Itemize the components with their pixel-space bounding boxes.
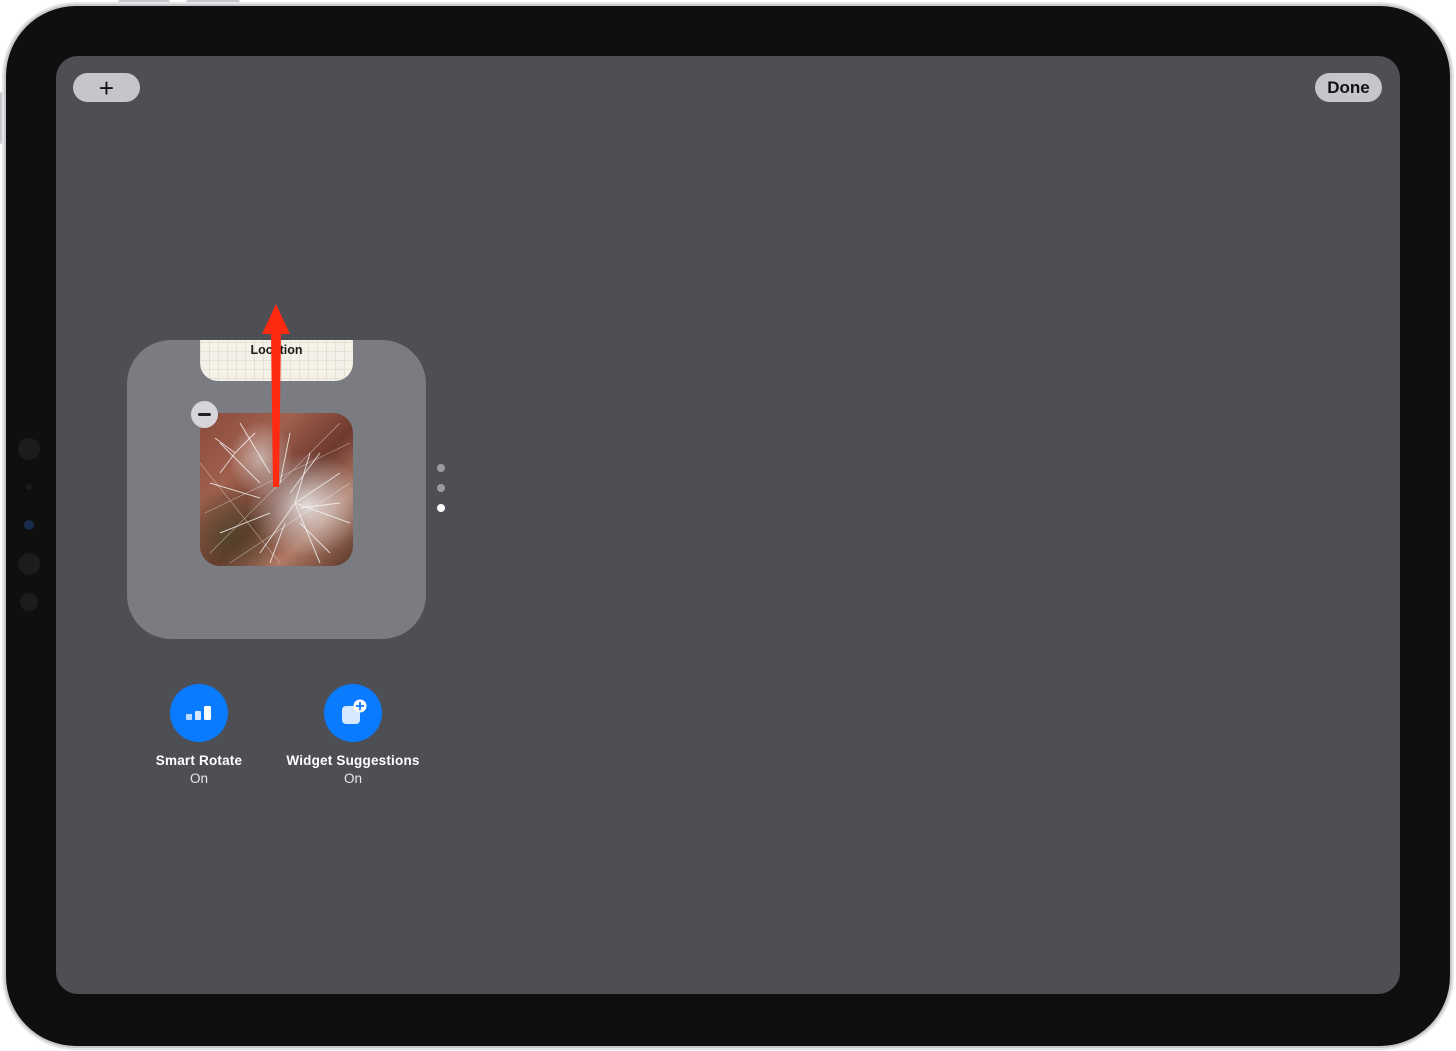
top-button-1 (118, 0, 170, 5)
camera-dot-3 (18, 553, 40, 575)
camera-dot-2 (26, 484, 32, 490)
widget-suggestions-icon[interactable] (324, 684, 382, 742)
add-widget-button[interactable]: + (73, 73, 140, 102)
home-screen-edit-mode: + Done Location (56, 56, 1400, 994)
smart-rotate-toggle[interactable]: Smart Rotate On (124, 684, 274, 786)
side-button (0, 92, 4, 144)
stack-page-indicator (437, 464, 447, 524)
remove-widget-button[interactable] (191, 401, 218, 428)
camera-lens (24, 520, 34, 530)
widget-suggestions-state: On (343, 771, 362, 786)
plus-icon: + (98, 72, 115, 103)
widget-suggestions-toggle[interactable]: Widget Suggestions On (278, 684, 428, 786)
page-dot-2[interactable] (437, 484, 445, 492)
camera-dot-1 (18, 438, 40, 460)
red-up-arrow-icon (262, 304, 290, 487)
smart-rotate-label: Smart Rotate (155, 753, 243, 768)
minus-circle-icon (198, 413, 211, 416)
camera-dot-4 (20, 593, 38, 611)
smart-rotate-state: On (189, 771, 208, 786)
top-button-2 (186, 0, 240, 5)
page-dot-1[interactable] (437, 464, 445, 472)
done-button[interactable]: Done (1315, 73, 1382, 102)
widget-suggestions-label: Widget Suggestions (286, 753, 420, 768)
page-dot-3-active[interactable] (437, 504, 445, 512)
device-bezel: + Done Location (6, 6, 1450, 1046)
smart-rotate-icon[interactable] (170, 684, 228, 742)
